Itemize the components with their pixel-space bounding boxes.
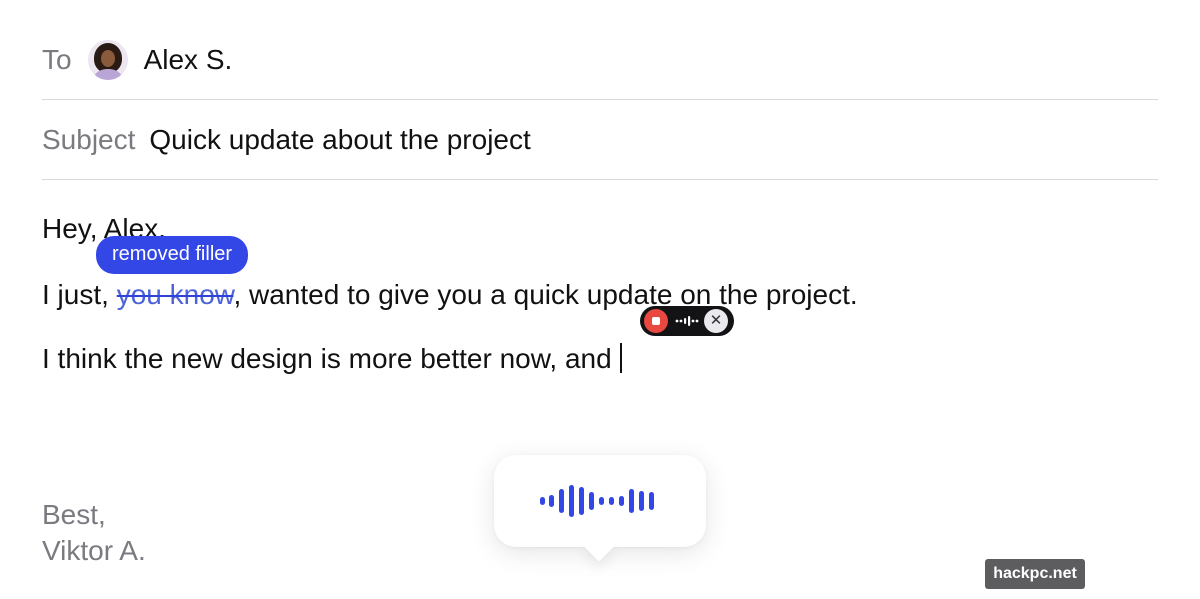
waveform-icon [675, 316, 699, 326]
body-text: I think the new design is more better no… [42, 343, 612, 374]
subject-field[interactable]: Quick update about the project [149, 124, 530, 156]
voice-input-bubble[interactable] [494, 455, 706, 562]
signature[interactable]: Best, Viktor A. [42, 497, 146, 569]
recipient-avatar [87, 40, 128, 80]
record-stop-button[interactable] [644, 309, 668, 333]
close-icon: ✕ [709, 312, 723, 329]
signoff-line: Best, [42, 499, 106, 530]
body-text: , wanted to give you a quick update on t… [233, 279, 858, 310]
text-cursor [619, 343, 622, 373]
body-line[interactable]: I just, you know, wanted to give you a q… [42, 279, 858, 311]
body-text: I just, [42, 279, 117, 310]
close-button[interactable]: ✕ [704, 309, 728, 333]
signoff-line: Viktor A. [42, 535, 146, 566]
removed-filler-text: you know [116, 279, 234, 310]
subject-row[interactable]: Subject Quick update about the project [42, 116, 1158, 164]
subject-label: Subject [42, 124, 136, 155]
body-line[interactable]: I think the new design is more better no… [42, 343, 622, 375]
voice-waveform-icon [540, 485, 654, 517]
to-row: To Alex S. [42, 36, 1158, 84]
record-stop-icon [652, 317, 660, 325]
bubble-tail [583, 530, 615, 562]
divider [42, 99, 1158, 100]
recipient-name[interactable]: Alex S. [144, 44, 233, 76]
dictation-recorder: ✕ [640, 306, 734, 336]
removed-filler-badge: removed filler [96, 236, 249, 274]
to-label: To [42, 44, 72, 75]
divider [42, 179, 1158, 180]
watermark-badge: hackpc.net [985, 559, 1085, 589]
